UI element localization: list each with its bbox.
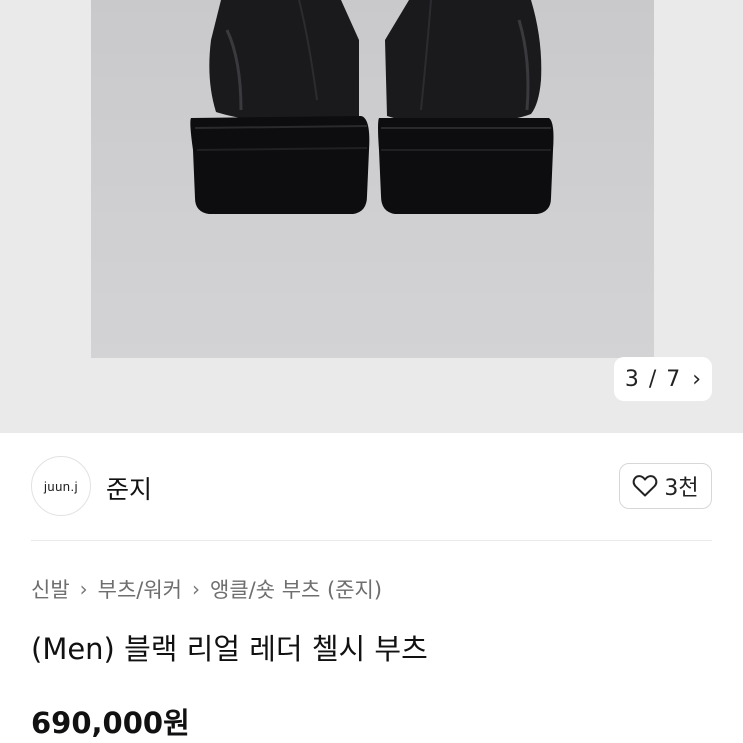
pager-separator: /	[648, 366, 657, 392]
chevron-right-icon[interactable]: ›	[692, 367, 701, 392]
breadcrumb-item[interactable]: 앵클/숏 부츠 (준지)	[210, 574, 382, 604]
chevron-right-icon: ›	[79, 577, 88, 601]
heart-outline-icon	[633, 475, 658, 497]
breadcrumb: 신발 › 부츠/워커 › 앵클/숏 부츠 (준지)	[31, 574, 382, 604]
divider	[31, 540, 712, 541]
image-pager[interactable]: 3 / 7 ›	[614, 357, 712, 401]
chevron-right-icon: ›	[192, 577, 200, 601]
product-price: 690,000원	[31, 706, 190, 740]
like-count: 3천	[664, 476, 699, 501]
product-photo[interactable]	[91, 0, 654, 358]
like-button[interactable]: 3천	[619, 463, 712, 509]
seller-avatar[interactable]: juun.j	[31, 456, 91, 516]
boots-image	[190, 0, 554, 214]
pager-total: 7	[666, 366, 681, 392]
pager-current: 3	[624, 366, 639, 392]
product-image-gallery[interactable]: 3 / 7 ›	[0, 0, 743, 433]
seller-name[interactable]: 준지	[106, 470, 152, 506]
product-title: (Men) 블랙 리얼 레더 첼시 부츠	[31, 632, 428, 666]
seller-logo-text: juun.j	[43, 478, 79, 494]
breadcrumb-item[interactable]: 부츠/워커	[98, 574, 182, 604]
breadcrumb-item[interactable]: 신발	[31, 574, 70, 604]
